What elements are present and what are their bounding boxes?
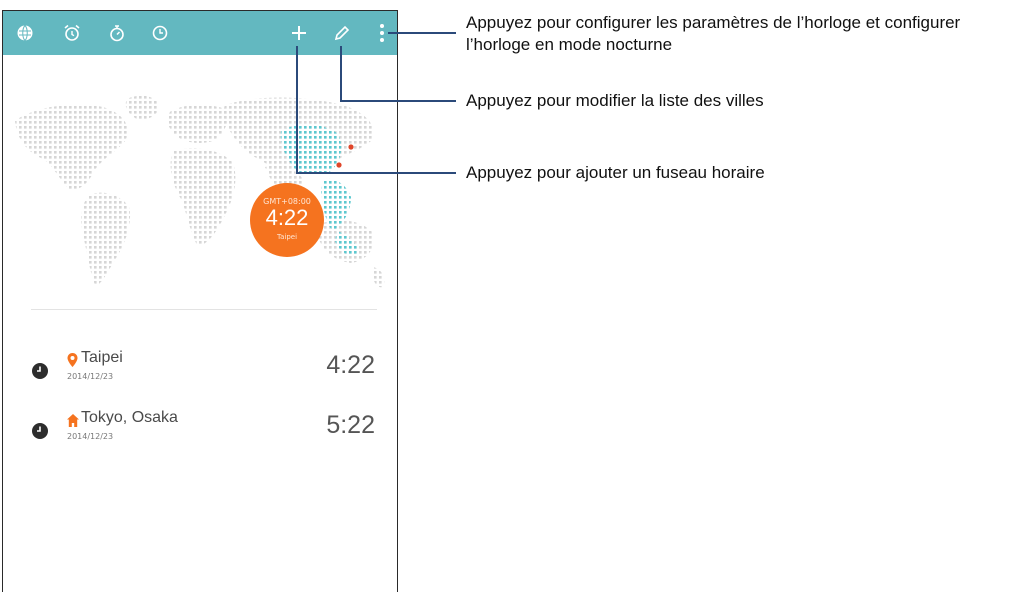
badge-city: Taipei — [276, 233, 298, 241]
taipei-marker — [336, 162, 342, 168]
callout-add-text: Appuyez pour ajouter un fuseau horaire — [466, 163, 765, 182]
callout-edit-text: Appuyez pour modifier la liste des ville… — [466, 91, 764, 110]
callout-line-add-h — [296, 172, 456, 174]
current-time-badge: GMT+08:00 4:22 Taipei — [250, 183, 324, 257]
callout-line-edit-h — [340, 100, 456, 102]
timer-icon[interactable] — [147, 20, 173, 46]
tokyo-marker — [348, 144, 354, 150]
stopwatch-icon[interactable] — [104, 20, 130, 46]
callout-menu-text: Appuyez pour configurer les paramètres d… — [466, 13, 961, 54]
city-row-taipei[interactable]: Taipei 2014/12/23 4:22 — [25, 349, 385, 393]
home-icon — [67, 412, 79, 431]
world-map — [3, 55, 397, 317]
clock-toolbar — [3, 11, 397, 55]
callout-line-menu — [388, 32, 456, 34]
city-date: 2014/12/23 — [67, 432, 114, 441]
city-name: Tokyo, Osaka — [81, 409, 178, 426]
location-pin-icon — [67, 352, 78, 371]
night-clock-icon — [31, 422, 49, 444]
city-time: 5:22 — [326, 411, 375, 439]
badge-time: 4:22 — [265, 205, 309, 230]
callout-line-edit-v — [340, 46, 342, 101]
alarm-icon[interactable] — [59, 20, 85, 46]
add-icon[interactable] — [286, 20, 312, 46]
night-clock-icon — [31, 362, 49, 384]
city-name: Taipei — [81, 349, 123, 366]
callout-line-add-v — [296, 46, 298, 174]
city-date: 2014/12/23 — [67, 372, 114, 381]
edit-icon[interactable] — [329, 20, 355, 46]
city-row-tokyo-osaka[interactable]: Tokyo, Osaka 2014/12/23 5:22 — [25, 409, 385, 453]
clock-app-screen: GMT+08:00 4:22 Taipei Taipei 2014/12/23 … — [2, 10, 398, 592]
city-time: 4:22 — [326, 351, 375, 379]
world-clock-icon[interactable] — [12, 20, 38, 46]
divider — [31, 309, 377, 310]
